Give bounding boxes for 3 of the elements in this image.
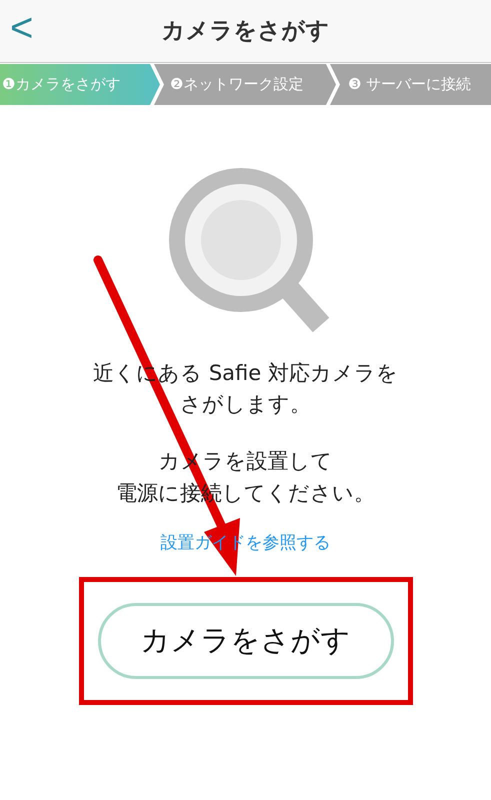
screen-title: カメラをさがす <box>162 16 330 46</box>
back-button[interactable]: < <box>6 8 38 48</box>
search-camera-button[interactable]: カメラをさがす <box>98 602 394 678</box>
